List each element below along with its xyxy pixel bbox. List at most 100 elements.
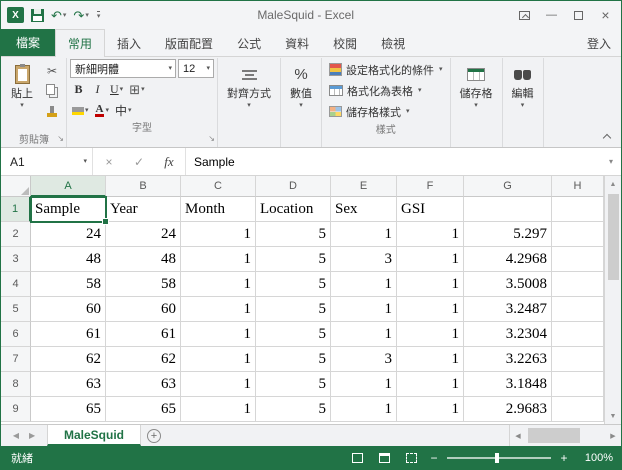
column-header-D[interactable]: D <box>256 176 331 197</box>
row-header-1[interactable]: 1 <box>1 197 31 222</box>
column-header-F[interactable]: F <box>397 176 464 197</box>
borders-dropdown-icon[interactable]: ▾ <box>141 86 145 93</box>
cell-B7[interactable]: 62 <box>106 347 181 372</box>
number-button[interactable]: % 數值 ▾ <box>284 59 318 111</box>
cell-F5[interactable]: 1 <box>397 297 464 322</box>
paste-button[interactable]: 貼上 ▾ <box>5 59 39 111</box>
alignment-dropdown-icon[interactable]: ▾ <box>247 102 251 109</box>
alignment-button[interactable]: 對齊方式 ▾ <box>221 59 277 111</box>
sign-in-button[interactable]: 登入 <box>577 30 621 56</box>
row-header-9[interactable]: 9 <box>1 397 31 422</box>
editing-button[interactable]: 編輯 ▾ <box>506 59 540 111</box>
row-header-5[interactable]: 5 <box>1 297 31 322</box>
cell-H9[interactable] <box>552 397 604 422</box>
scroll-down-icon[interactable]: ▼ <box>605 408 621 424</box>
tab-formulas[interactable]: 公式 <box>225 30 273 56</box>
phonetic-guide-button[interactable]: 中 ▾ <box>113 101 134 120</box>
conditional-formatting-dropdown-icon[interactable]: ▾ <box>439 66 443 73</box>
cell-E2[interactable]: 1 <box>331 222 397 247</box>
paste-dropdown-icon[interactable]: ▾ <box>20 102 24 109</box>
cell-F7[interactable]: 1 <box>397 347 464 372</box>
cell-C4[interactable]: 1 <box>181 272 256 297</box>
copy-button[interactable] <box>41 82 63 100</box>
redo-button[interactable]: ↷ ▾ <box>73 9 88 22</box>
row-header-3[interactable]: 3 <box>1 247 31 272</box>
cell-A5[interactable]: 60 <box>31 297 106 322</box>
cell-G4[interactable]: 3.5008 <box>464 272 552 297</box>
ribbon-display-options-button[interactable] <box>511 4 538 26</box>
zoom-slider-thumb[interactable] <box>495 452 499 463</box>
cell-B3[interactable]: 48 <box>106 247 181 272</box>
cell-G7[interactable]: 3.2263 <box>464 347 552 372</box>
cell-B2[interactable]: 24 <box>106 222 181 247</box>
horizontal-scrollbar-thumb[interactable] <box>528 428 580 443</box>
view-normal-button[interactable] <box>347 449 367 466</box>
cut-button[interactable]: ✂ <box>41 62 63 80</box>
cell-E7[interactable]: 3 <box>331 347 397 372</box>
cell-H5[interactable] <box>552 297 604 322</box>
font-color-button[interactable]: A ▾ <box>93 101 111 120</box>
column-header-G[interactable]: G <box>464 176 552 197</box>
undo-dropdown-icon[interactable]: ▾ <box>63 12 67 19</box>
cell-A7[interactable]: 62 <box>31 347 106 372</box>
format-as-table-button[interactable]: 格式化為表格 ▾ <box>325 80 447 101</box>
expand-formula-bar-button[interactable]: ▾ <box>601 148 621 175</box>
cell-B6[interactable]: 61 <box>106 322 181 347</box>
vertical-scrollbar-thumb[interactable] <box>607 194 619 280</box>
cell-B4[interactable]: 58 <box>106 272 181 297</box>
column-header-C[interactable]: C <box>181 176 256 197</box>
borders-button[interactable]: ⊞ ▾ <box>127 80 146 99</box>
cell-E1[interactable]: Sex <box>331 197 397 222</box>
cell-A2[interactable]: 24 <box>31 222 106 247</box>
cell-G8[interactable]: 3.1848 <box>464 372 552 397</box>
cell-C1[interactable]: Month <box>181 197 256 222</box>
cell-styles-dropdown-icon[interactable]: ▾ <box>406 108 410 115</box>
font-size-select[interactable]: 12 ▾ <box>178 59 214 78</box>
select-all-button[interactable] <box>1 176 31 197</box>
cell-E5[interactable]: 1 <box>331 297 397 322</box>
cell-D6[interactable]: 5 <box>256 322 331 347</box>
cancel-button[interactable]: × <box>101 155 117 169</box>
bold-button[interactable]: B <box>70 80 87 99</box>
clipboard-dialog-launcher-icon[interactable]: ↘ <box>57 135 64 143</box>
cell-H8[interactable] <box>552 372 604 397</box>
new-sheet-button[interactable]: + <box>141 425 167 446</box>
cell-H6[interactable] <box>552 322 604 347</box>
cell-H3[interactable] <box>552 247 604 272</box>
cell-A4[interactable]: 58 <box>31 272 106 297</box>
cell-B5[interactable]: 60 <box>106 297 181 322</box>
tab-view[interactable]: 檢視 <box>369 30 417 56</box>
fill-color-button[interactable]: ▾ <box>70 101 91 120</box>
cell-F3[interactable]: 1 <box>397 247 464 272</box>
cell-A9[interactable]: 65 <box>31 397 106 422</box>
cell-E3[interactable]: 3 <box>331 247 397 272</box>
tab-home[interactable]: 常用 <box>55 29 106 57</box>
zoom-in-button[interactable]: + <box>558 451 570 465</box>
name-box-dropdown-icon[interactable]: ▾ <box>83 158 87 165</box>
sheet-nav-right-icon[interactable]: ▶ <box>29 431 35 440</box>
font-name-dropdown-icon[interactable]: ▾ <box>165 65 172 72</box>
tab-insert[interactable]: 插入 <box>105 30 153 56</box>
scroll-up-icon[interactable]: ▲ <box>605 176 621 192</box>
underline-button[interactable]: U ▾ <box>108 80 125 99</box>
font-name-select[interactable]: 新細明體 ▾ <box>70 59 176 78</box>
cell-G6[interactable]: 3.2304 <box>464 322 552 347</box>
cell-D7[interactable]: 5 <box>256 347 331 372</box>
vertical-scrollbar[interactable]: ▲ ▼ <box>604 176 621 424</box>
cell-C5[interactable]: 1 <box>181 297 256 322</box>
cell-E4[interactable]: 1 <box>331 272 397 297</box>
enter-button[interactable]: ✓ <box>131 155 147 169</box>
cell-D5[interactable]: 5 <box>256 297 331 322</box>
cell-F2[interactable]: 1 <box>397 222 464 247</box>
view-page-layout-button[interactable] <box>374 449 394 466</box>
row-header-7[interactable]: 7 <box>1 347 31 372</box>
tab-page-layout[interactable]: 版面配置 <box>153 30 225 56</box>
row-header-8[interactable]: 8 <box>1 372 31 397</box>
save-icon[interactable] <box>31 8 44 22</box>
cell-C2[interactable]: 1 <box>181 222 256 247</box>
scroll-left-icon[interactable]: ◀ <box>510 432 526 440</box>
cell-B8[interactable]: 63 <box>106 372 181 397</box>
format-painter-button[interactable] <box>41 102 63 120</box>
cell-D8[interactable]: 5 <box>256 372 331 397</box>
cell-E9[interactable]: 1 <box>331 397 397 422</box>
